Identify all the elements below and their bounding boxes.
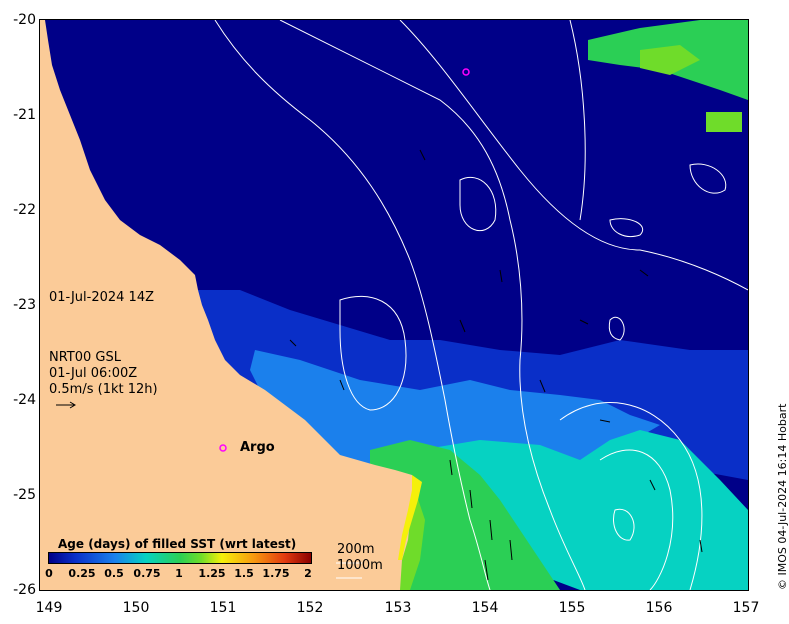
colorbar-tick: 2 [304, 567, 312, 580]
lat-tick-label: -23 [13, 297, 36, 313]
colorbar-title: Age (days) of filled SST (wrt latest) [58, 537, 297, 551]
colorbar-tick: 1.5 [234, 567, 254, 580]
imos-credit: © IMOS 04-Jul-2024 16:14 Hobart [776, 403, 789, 590]
lon-tick-label: 154 [471, 600, 499, 616]
colorbar-tick: 1.75 [262, 567, 290, 580]
lon-tick-label: 151 [209, 600, 237, 616]
colorbar-tick: 0 [45, 567, 53, 580]
current-scale-label: 0.5m/s (1kt 12h) [49, 382, 158, 397]
lat-tick-label: -24 [13, 392, 36, 408]
lon-tick-label: 156 [645, 600, 673, 616]
current-date-label: 01-Jul 06:00Z [49, 366, 138, 381]
colorbar-tick: 0.25 [68, 567, 96, 580]
colorbar-tick: 1.25 [198, 567, 226, 580]
colorbar-tick: 1 [175, 567, 183, 580]
lat-tick-label: -25 [13, 487, 36, 503]
lon-tick-label: 149 [35, 600, 63, 616]
lat-tick-label: -26 [13, 582, 36, 598]
lon-tick-label: 150 [122, 600, 150, 616]
lat-tick-label: -20 [13, 12, 36, 28]
depth-label-1000m: 1000m [337, 558, 383, 573]
argo-label: Argo [240, 440, 275, 455]
sst-map: 01-Jul-2024 14Z NRT00 GSL 01-Jul 06:00Z … [40, 20, 748, 590]
lon-tick-label: 157 [732, 600, 760, 616]
depth-label-200m: 200m [337, 542, 375, 557]
lat-tick-label: -22 [13, 202, 36, 218]
lon-tick-label: 153 [384, 600, 412, 616]
date-label: 01-Jul-2024 14Z [49, 290, 154, 305]
lon-tick-label: 155 [558, 600, 586, 616]
colorbar-tick: 0.75 [133, 567, 161, 580]
colorbar [48, 552, 312, 564]
lat-tick-label: -21 [13, 107, 36, 123]
age-patch-small [706, 112, 742, 132]
lon-tick-label: 152 [296, 600, 324, 616]
current-source-label: NRT00 GSL [49, 350, 121, 365]
colorbar-tick: 0.5 [104, 567, 124, 580]
